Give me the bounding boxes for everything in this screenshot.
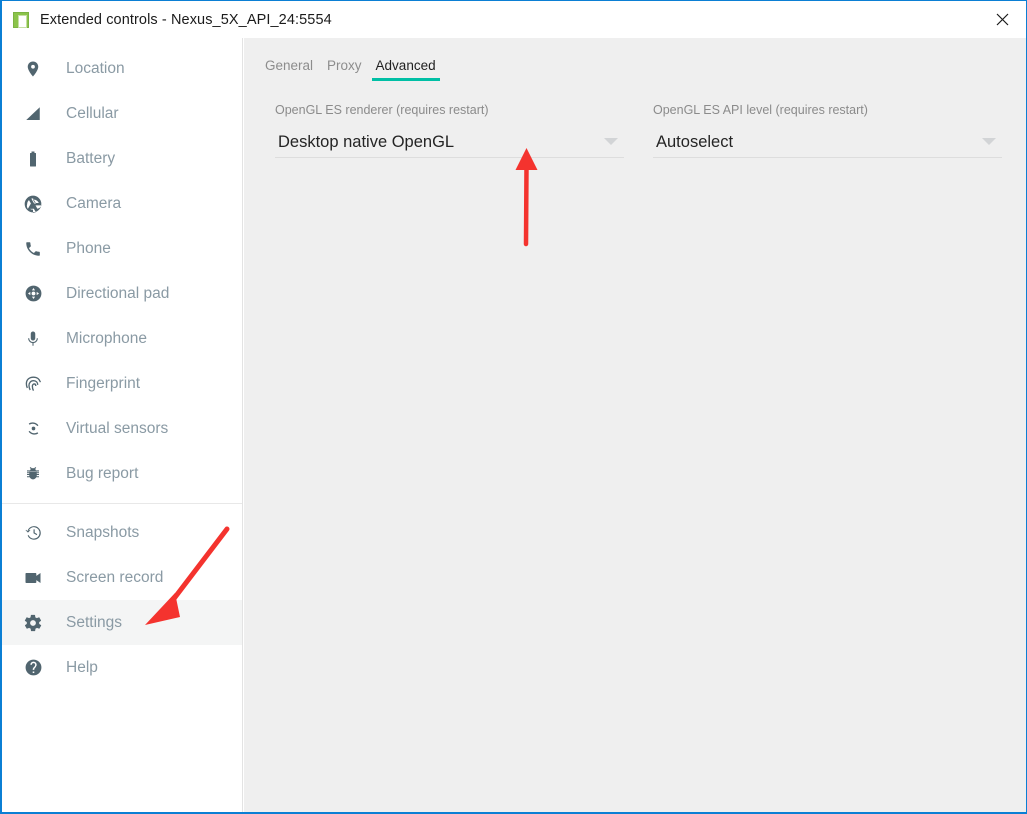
chevron-down-icon	[982, 138, 996, 145]
tab-advanced[interactable]: Advanced	[369, 58, 443, 81]
directional-pad-icon	[20, 281, 46, 307]
opengl-api-level-field: OpenGL ES API level (requires restart) A…	[653, 103, 1002, 158]
sidebar-item-label: Location	[66, 59, 125, 77]
history-clock-icon	[20, 520, 46, 546]
opengl-api-level-label: OpenGL ES API level (requires restart)	[653, 103, 868, 117]
sidebar-item-label: Microphone	[66, 329, 147, 347]
sidebar-divider	[2, 503, 242, 504]
microphone-icon	[20, 326, 46, 352]
tab-bar[interactable]: General Proxy Advanced	[258, 58, 443, 81]
phone-handset-icon	[20, 236, 46, 262]
sidebar-item-virtual-sensors[interactable]: Virtual sensors	[2, 406, 242, 451]
sidebar-item-location[interactable]: Location	[2, 46, 242, 91]
close-icon	[996, 13, 1009, 25]
sidebar-item-label: Virtual sensors	[66, 419, 169, 437]
sidebar-item-label: Battery	[66, 149, 116, 167]
opengl-api-level-value: Autoselect	[656, 133, 734, 151]
tab-proxy[interactable]: Proxy	[320, 58, 369, 81]
sidebar-item-fingerprint[interactable]: Fingerprint	[2, 361, 242, 406]
sidebar-item-screen-record[interactable]: Screen record	[2, 555, 242, 600]
opengl-renderer-dropdown[interactable]: Desktop native OpenGL	[275, 128, 624, 158]
gear-icon	[20, 610, 46, 636]
main-panel: General Proxy Advanced OpenGL ES rendere…	[244, 38, 1026, 812]
sidebar-item-label: Fingerprint	[66, 374, 141, 392]
sidebar-item-label: Screen record	[66, 568, 164, 586]
chevron-down-icon	[604, 138, 618, 145]
bug-icon	[20, 461, 46, 487]
sidebar-item-battery[interactable]: Battery	[2, 136, 242, 181]
sidebar-item-camera[interactable]: Camera	[2, 181, 242, 226]
sidebar-item-bug-report[interactable]: Bug report	[2, 451, 242, 496]
sidebar-group-devices: Location Cellular Battery Camera Phone D…	[2, 46, 242, 496]
close-button[interactable]	[979, 1, 1026, 37]
sidebar-item-label: Bug report	[66, 464, 139, 482]
question-mark-circle-icon	[20, 655, 46, 681]
android-emulator-icon	[13, 11, 29, 28]
tab-general[interactable]: General	[258, 58, 320, 81]
title-bar: Extended controls - Nexus_5X_API_24:5554	[2, 1, 1026, 38]
advanced-settings-form: OpenGL ES renderer (requires restart) De…	[275, 103, 1002, 158]
sidebar-item-settings[interactable]: Settings	[2, 600, 242, 645]
sidebar-item-microphone[interactable]: Microphone	[2, 316, 242, 361]
sidebar-item-snapshots[interactable]: Snapshots	[2, 510, 242, 555]
fingerprint-icon	[20, 371, 46, 397]
battery-icon	[20, 146, 46, 172]
sidebar-item-label: Settings	[66, 613, 123, 631]
sidebar-group-tools: Snapshots Screen record Settings Help	[2, 510, 242, 690]
sidebar-item-label: Snapshots	[66, 523, 140, 541]
sidebar-item-help[interactable]: Help	[2, 645, 242, 690]
extended-controls-window: Extended controls - Nexus_5X_API_24:5554…	[0, 0, 1027, 814]
virtual-sensors-icon	[20, 416, 46, 442]
location-pin-icon	[20, 56, 46, 82]
opengl-renderer-label: OpenGL ES renderer (requires restart)	[275, 103, 489, 117]
sidebar-item-label: Directional pad	[66, 284, 170, 302]
window-title: Extended controls - Nexus_5X_API_24:5554	[40, 11, 332, 28]
sidebar-item-label: Camera	[66, 194, 122, 212]
sidebar-item-label: Cellular	[66, 104, 119, 122]
sidebar-item-label: Phone	[66, 239, 111, 257]
cellular-signal-icon	[20, 101, 46, 127]
sidebar[interactable]: Location Cellular Battery Camera Phone D…	[2, 38, 243, 812]
camera-aperture-icon	[20, 191, 46, 217]
video-camera-icon	[20, 565, 46, 591]
sidebar-item-cellular[interactable]: Cellular	[2, 91, 242, 136]
sidebar-item-directional-pad[interactable]: Directional pad	[2, 271, 242, 316]
opengl-api-level-dropdown[interactable]: Autoselect	[653, 128, 1002, 158]
opengl-renderer-field: OpenGL ES renderer (requires restart) De…	[275, 103, 624, 158]
sidebar-item-label: Help	[66, 658, 98, 676]
opengl-renderer-value: Desktop native OpenGL	[278, 133, 455, 151]
sidebar-item-phone[interactable]: Phone	[2, 226, 242, 271]
